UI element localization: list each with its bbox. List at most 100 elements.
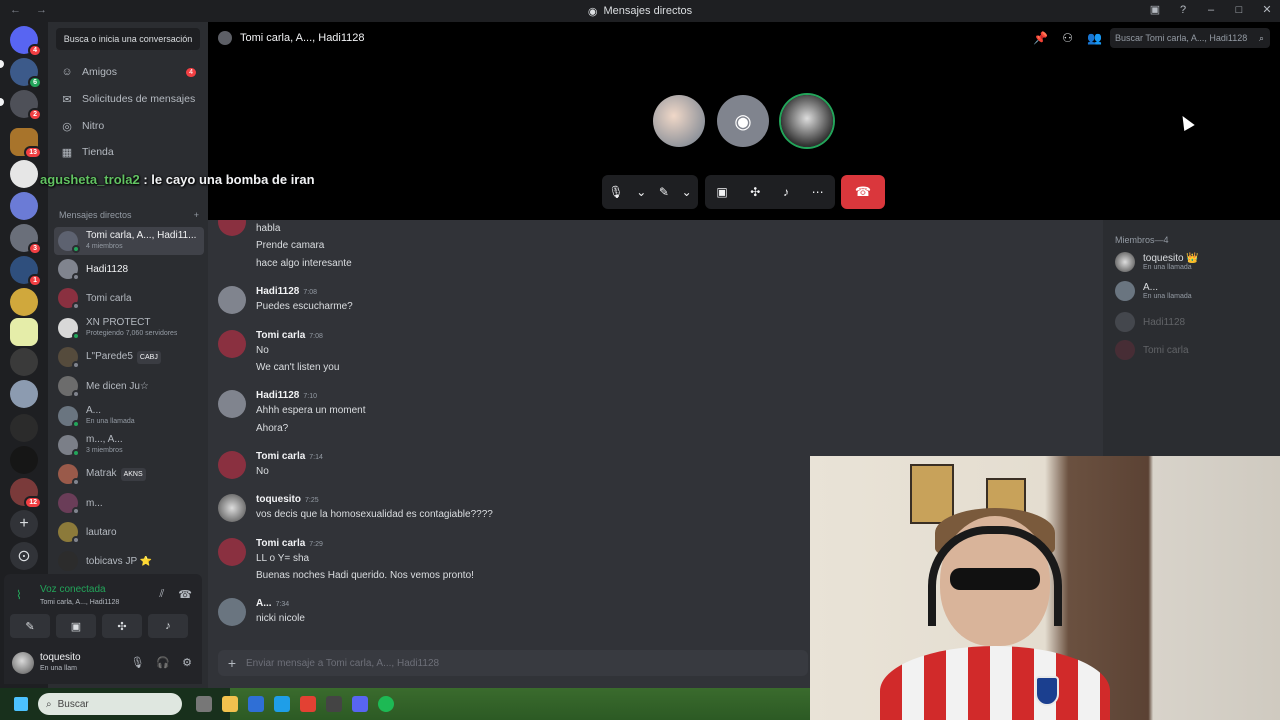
server-icon[interactable] (10, 380, 38, 408)
server-icon[interactable] (10, 446, 38, 474)
dm-item[interactable]: Matrak AKNS (54, 460, 204, 488)
pin-icon[interactable]: 📌 (1033, 31, 1048, 45)
inbox-icon[interactable]: ▣ (1148, 3, 1162, 16)
dm-item[interactable]: Me dicen Ju☆ (54, 372, 204, 400)
disconnect-icon[interactable]: ☎ (178, 588, 192, 601)
striped-shirt (880, 646, 1110, 720)
server-icon[interactable]: 13 (10, 128, 42, 159)
server-icon[interactable] (10, 160, 38, 188)
dm-item[interactable]: m..., A... 3 miembros (54, 431, 204, 459)
close-button[interactable]: ✕ (1260, 3, 1274, 16)
chat-overlay-banner: agusheta_trola2 : le cayo una bomba de i… (40, 172, 315, 187)
member-item[interactable]: Tomi carla (1115, 340, 1189, 360)
server-icon[interactable]: 12 (10, 478, 42, 509)
file-explorer-icon[interactable] (222, 696, 238, 712)
participant-avatar[interactable] (653, 95, 705, 147)
participant-avatar[interactable]: ◉ (717, 95, 769, 147)
avatar (1115, 281, 1135, 301)
server-icon[interactable]: 6 (10, 58, 42, 89)
chevron-down-icon[interactable]: ⌄ (682, 185, 692, 199)
screen-share-button[interactable]: ▣ (56, 614, 96, 638)
spotify-icon[interactable] (378, 696, 394, 712)
user-panel: toquesito En una llam 🎙 🎧 ⚙ (4, 644, 202, 684)
taskbar-search[interactable]: ⌕ Buscar (38, 693, 182, 715)
start-icon[interactable] (14, 697, 28, 711)
server-icon[interactable]: 2 (10, 90, 42, 121)
server-icon[interactable] (10, 414, 38, 442)
avatar (58, 376, 80, 398)
camera-off-icon[interactable]: ✎ (659, 185, 669, 199)
avatar (218, 451, 246, 479)
find-conversation-button[interactable]: Busca o inicia una conversación (56, 28, 200, 50)
nav-message-requests[interactable]: ✉ Solicitudes de mensajes (54, 87, 204, 111)
create-dm-icon[interactable]: + (194, 210, 199, 220)
member-item[interactable]: toquesito 👑 En una llamada (1115, 252, 1199, 272)
avatar (58, 406, 80, 428)
message-input[interactable]: + Enviar mensaje a Tomi carla, A..., Had… (218, 650, 808, 676)
add-server-icon[interactable]: + (10, 510, 38, 538)
settings-icon[interactable]: ⚙ (182, 656, 192, 669)
dm-item[interactable]: Tomi carla (54, 284, 204, 312)
app-icon[interactable] (326, 696, 342, 712)
avatar[interactable] (12, 652, 34, 674)
nav-shop[interactable]: ▦ Tienda (54, 140, 204, 164)
nav-friends[interactable]: ☺ Amigos 4 (54, 60, 204, 84)
server-icon[interactable]: 3 (10, 224, 42, 255)
mouse-cursor (1177, 112, 1195, 132)
avatar (218, 494, 246, 522)
soundboard-button[interactable]: ♪ (148, 614, 188, 638)
add-friends-icon[interactable]: ⚇ (1062, 31, 1073, 45)
microphone-icon[interactable]: 🎙 (130, 656, 144, 669)
dm-item[interactable]: lautaro (54, 518, 204, 546)
edge-icon[interactable] (274, 696, 290, 712)
history-nav[interactable]: ← → (10, 4, 53, 16)
screen-share-icon[interactable]: ▣ (716, 185, 727, 199)
dm-item[interactable]: A... En una llamada (54, 402, 204, 430)
chevron-down-icon[interactable]: ⌄ (636, 185, 646, 199)
hang-up-button[interactable]: ☎ (841, 175, 885, 209)
help-icon[interactable]: ? (1176, 4, 1190, 16)
dm-item[interactable]: Hadi1128 (54, 255, 204, 283)
signal-icon: ⌇ (16, 588, 22, 602)
server-icon[interactable] (10, 318, 38, 346)
task-view-icon[interactable] (196, 696, 212, 712)
nav-nitro[interactable]: ◎ Nitro (54, 114, 204, 138)
member-item[interactable]: A... En una llamada (1115, 281, 1192, 301)
activities-icon[interactable]: ✣ (750, 185, 760, 199)
avatar (58, 231, 80, 253)
friends-icon: ☺ (61, 66, 73, 78)
microphone-icon[interactable]: 🎙 (608, 185, 623, 199)
search-input[interactable]: Buscar Tomi carla, A..., Hadi1128 ⌕ (1110, 28, 1270, 48)
more-icon[interactable]: ⋯ (812, 185, 824, 199)
taskbar-apps (196, 696, 394, 712)
chrome-icon[interactable] (300, 696, 316, 712)
home-button[interactable]: 4 (10, 26, 42, 57)
discover-icon[interactable]: ⊙ (10, 542, 38, 570)
soundboard-icon[interactable]: ♪ (783, 185, 789, 199)
activities-button[interactable]: ✣ (102, 614, 142, 638)
server-icon[interactable] (10, 288, 38, 316)
noise-suppression-icon[interactable]: ⫽ (159, 588, 164, 601)
dm-item[interactable]: XN PROTECT Protegiendo 7,060 servidores (54, 314, 204, 342)
store-icon[interactable] (248, 696, 264, 712)
avatar (218, 286, 246, 314)
server-icon[interactable]: 1 (10, 256, 42, 287)
participant-avatar-speaking[interactable] (781, 95, 833, 147)
dm-item[interactable]: m... (54, 489, 204, 517)
headphones-icon[interactable]: 🎧 (156, 656, 170, 669)
discord-taskbar-icon[interactable] (352, 696, 368, 712)
avatar (58, 288, 80, 310)
server-icon[interactable] (10, 192, 38, 220)
member-item[interactable]: Hadi1128 (1115, 312, 1185, 332)
avatar (218, 220, 246, 236)
dm-item[interactable]: tobicavs JP ⭐ (54, 547, 204, 575)
camera-off-button[interactable]: ✎ (10, 614, 50, 638)
dm-item[interactable]: Tomi carla, A..., Hadi11... 4 miembros (54, 227, 204, 255)
add-attachment-icon[interactable]: + (218, 655, 246, 671)
dm-item[interactable]: L"Parede5 CABJ (54, 343, 204, 371)
server-icon[interactable] (10, 348, 38, 376)
maximize-button[interactable]: □ (1232, 4, 1246, 16)
members-icon[interactable]: 👥 (1087, 31, 1102, 45)
call-actions: ▣ ✣ ♪ ⋯ (705, 175, 835, 209)
minimize-button[interactable]: – (1204, 4, 1218, 16)
